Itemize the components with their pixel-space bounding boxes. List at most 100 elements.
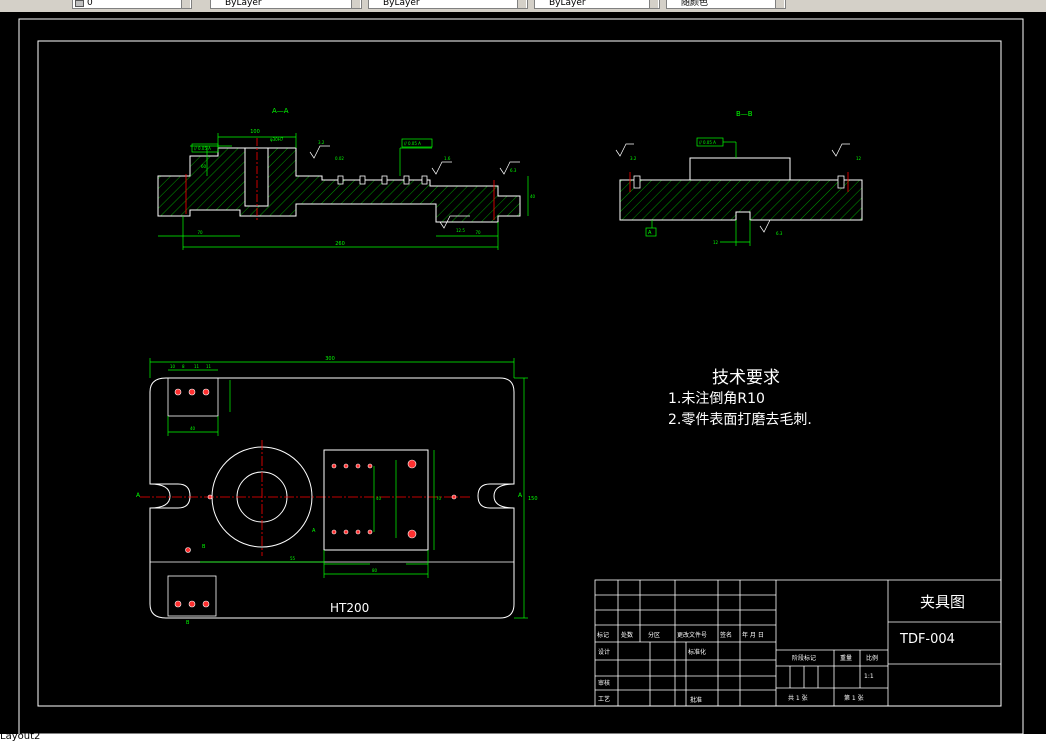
rough-aa-2: 1.6 (444, 156, 451, 161)
plan-hole (207, 494, 213, 500)
plan-outline (149, 377, 515, 619)
section-aa-hole (359, 175, 366, 185)
tb-count: 处数 (621, 631, 633, 639)
dim-plan-d8: 40 (376, 496, 382, 501)
plan-hole (407, 459, 417, 469)
plan-slot-right (477, 483, 514, 509)
section-bb-block (689, 157, 791, 181)
plan-hole (185, 547, 191, 553)
section-aa-title: A—A (272, 107, 289, 115)
dim-aa-d3: 260 (335, 241, 345, 247)
datum-bb: A (648, 230, 652, 236)
section-aa-bore (244, 147, 269, 207)
tb-sheets-total: 共 1 张 (788, 694, 808, 702)
tol-bb-1: // 0.05 A (699, 140, 716, 145)
chevron-down-icon[interactable] (649, 0, 658, 8)
layer-icon (75, 0, 84, 7)
section-mark-a-left: A (136, 492, 141, 499)
tb-drawing-name: 夹具图 (920, 593, 965, 611)
properties-toolbar: 0 ByLayer ByLayer ByLayer 随颜色 (0, 0, 1046, 12)
plan-hole (343, 463, 349, 469)
dim-bb-d2: 12 (856, 156, 862, 161)
section-mark-b-top: B (202, 544, 206, 550)
dim-aa-d1: 100 (250, 129, 260, 135)
section-bb-hole (837, 175, 845, 189)
section-bb: B—B // 0.05 A A 12 12 3.2 6.3 (615, 110, 863, 246)
color-select[interactable]: ByLayer (210, 0, 362, 9)
lineweight-select-value: ByLayer (549, 0, 586, 8)
dim-aa-d6: 40 (530, 194, 536, 199)
section-mark-a-center: A (312, 528, 316, 534)
tol-aa-1: // 0.05 A (194, 146, 211, 151)
rough-aa-3: 6.3 (510, 168, 517, 173)
dim-aa-d7: 60 (201, 164, 207, 169)
section-bb-title: B—B (736, 110, 753, 118)
plan-hole (202, 388, 210, 396)
linetype-select-value: ByLayer (383, 0, 420, 8)
plan-top-pad (167, 377, 219, 417)
dim-plan-d3: 11 (194, 364, 200, 369)
tb-standard: 标准化 (688, 648, 706, 656)
section-aa: A—A 100 φ30H7 260 70 70 40 60 // 0.05 A … (157, 107, 536, 250)
paper-boundary (18, 18, 1024, 735)
dim-plan-d7: 55 (290, 556, 296, 561)
dim-plan-width: 300 (325, 356, 335, 362)
rough-bb-2: 6.3 (776, 231, 783, 236)
drawing-frame (37, 40, 1002, 707)
dim-aa-d2: φ30H7 (270, 137, 284, 142)
dim-aa-d4: 70 (197, 230, 203, 235)
tb-mark: 标记 (597, 631, 609, 639)
rough-aa-1: 3.2 (318, 140, 325, 145)
section-mark-b-bottom: B (186, 620, 190, 626)
plan-hole (355, 463, 361, 469)
tb-sign: 签名 (720, 631, 732, 639)
section-mark-a-right: A (518, 492, 523, 499)
plotstyle-select[interactable]: 随颜色 (666, 0, 786, 9)
tb-process: 工艺 (598, 695, 610, 703)
dim-plan-d5: 40 (190, 426, 196, 431)
chevron-down-icon[interactable] (517, 0, 526, 8)
drawing-svg: A—A 100 φ30H7 260 70 70 40 60 // 0.05 A … (18, 18, 1024, 735)
plan-hole (367, 463, 373, 469)
plan-hole (355, 529, 361, 535)
tech-req-title: 技术要求 (712, 368, 780, 388)
tb-date: 年 月 日 (742, 631, 764, 639)
tb-weight: 重量 (840, 654, 852, 662)
dim-plan-d9: 70 (436, 496, 442, 501)
section-aa-hole (403, 175, 410, 185)
tb-design: 设计 (598, 648, 610, 656)
tb-approve: 批准 (690, 696, 702, 704)
material-label: HT200 (330, 601, 369, 615)
dim-plan-d2: 8 (182, 364, 185, 369)
plan-hole (331, 529, 337, 535)
rough-aa-4: 12.5 (456, 228, 465, 233)
plotstyle-select-value: 随颜色 (681, 0, 709, 8)
layout-tab[interactable]: Layout2 (0, 731, 40, 742)
status-bar: Layout2 (0, 731, 1046, 742)
rough-bb-1: 3.2 (630, 156, 637, 161)
drawing-canvas[interactable]: A—A 100 φ30H7 260 70 70 40 60 // 0.05 A … (0, 12, 1046, 735)
dim-plan-height: 150 (528, 496, 538, 502)
section-aa-hole (381, 175, 388, 185)
tol-aa-2: // 0.05 A (404, 141, 421, 146)
plan-hole (188, 600, 196, 608)
plan-hole (407, 529, 417, 539)
tb-scale-value: 1:1 (864, 673, 874, 680)
plan-view: 300 150 10 8 11 11 40 80 55 40 70 A A A … (136, 356, 538, 626)
tb-sheet-no: 第 1 张 (844, 694, 864, 702)
plan-hole (343, 529, 349, 535)
linetype-select[interactable]: ByLayer (368, 0, 528, 9)
tb-scale: 比例 (866, 654, 878, 662)
dim-aa-d5: 70 (475, 230, 481, 235)
lineweight-select[interactable]: ByLayer (534, 0, 660, 9)
plan-bottom-pad (167, 575, 217, 617)
tb-doc-no: 更改文件号 (677, 631, 707, 639)
dim-plan-d1: 10 (170, 364, 176, 369)
plan-hole (174, 600, 182, 608)
plan-hole (331, 463, 337, 469)
color-select-value: ByLayer (225, 0, 262, 8)
chevron-down-icon[interactable] (351, 0, 360, 8)
chevron-down-icon[interactable] (775, 0, 784, 8)
chevron-down-icon[interactable] (181, 0, 190, 8)
layer-select[interactable]: 0 (72, 0, 192, 9)
